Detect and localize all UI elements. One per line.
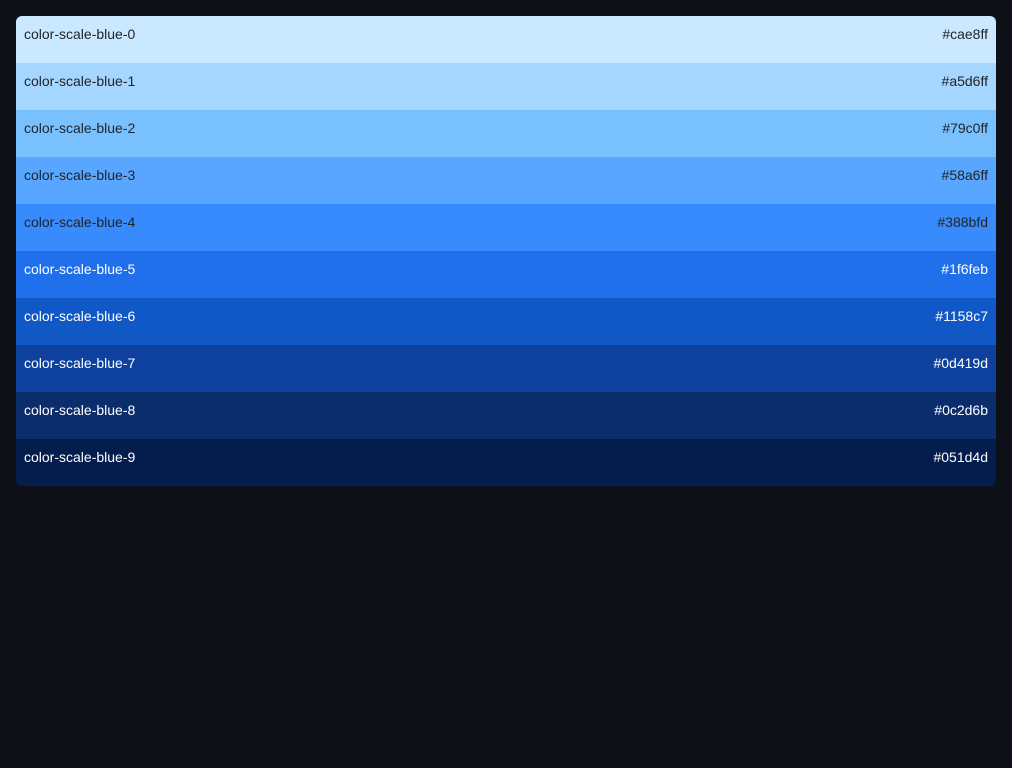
swatch-name: color-scale-blue-1 [24, 73, 136, 89]
swatch-hex: #79c0ff [942, 120, 988, 136]
color-palette: color-scale-blue-0 #cae8ff color-scale-b… [16, 16, 996, 486]
swatch-hex: #58a6ff [941, 167, 988, 183]
swatch-name: color-scale-blue-9 [24, 449, 136, 465]
swatch-name: color-scale-blue-7 [24, 355, 136, 371]
swatch-name: color-scale-blue-6 [24, 308, 136, 324]
swatch-hex: #1f6feb [941, 261, 988, 277]
swatch-row: color-scale-blue-9 #051d4d [16, 439, 996, 486]
swatch-hex: #a5d6ff [941, 73, 988, 89]
swatch-name: color-scale-blue-0 [24, 26, 136, 42]
swatch-hex: #0c2d6b [934, 402, 988, 418]
swatch-row: color-scale-blue-0 #cae8ff [16, 16, 996, 63]
swatch-name: color-scale-blue-2 [24, 120, 136, 136]
swatch-hex: #0d419d [933, 355, 988, 371]
swatch-name: color-scale-blue-8 [24, 402, 136, 418]
swatch-hex: #051d4d [933, 449, 988, 465]
swatch-hex: #cae8ff [942, 26, 988, 42]
swatch-row: color-scale-blue-2 #79c0ff [16, 110, 996, 157]
swatch-hex: #1158c7 [935, 308, 988, 324]
swatch-hex: #388bfd [937, 214, 988, 230]
swatch-row: color-scale-blue-5 #1f6feb [16, 251, 996, 298]
swatch-name: color-scale-blue-4 [24, 214, 136, 230]
swatch-row: color-scale-blue-1 #a5d6ff [16, 63, 996, 110]
swatch-row: color-scale-blue-4 #388bfd [16, 204, 996, 251]
swatch-row: color-scale-blue-6 #1158c7 [16, 298, 996, 345]
swatch-name: color-scale-blue-3 [24, 167, 136, 183]
swatch-row: color-scale-blue-8 #0c2d6b [16, 392, 996, 439]
swatch-row: color-scale-blue-7 #0d419d [16, 345, 996, 392]
swatch-name: color-scale-blue-5 [24, 261, 136, 277]
swatch-row: color-scale-blue-3 #58a6ff [16, 157, 996, 204]
